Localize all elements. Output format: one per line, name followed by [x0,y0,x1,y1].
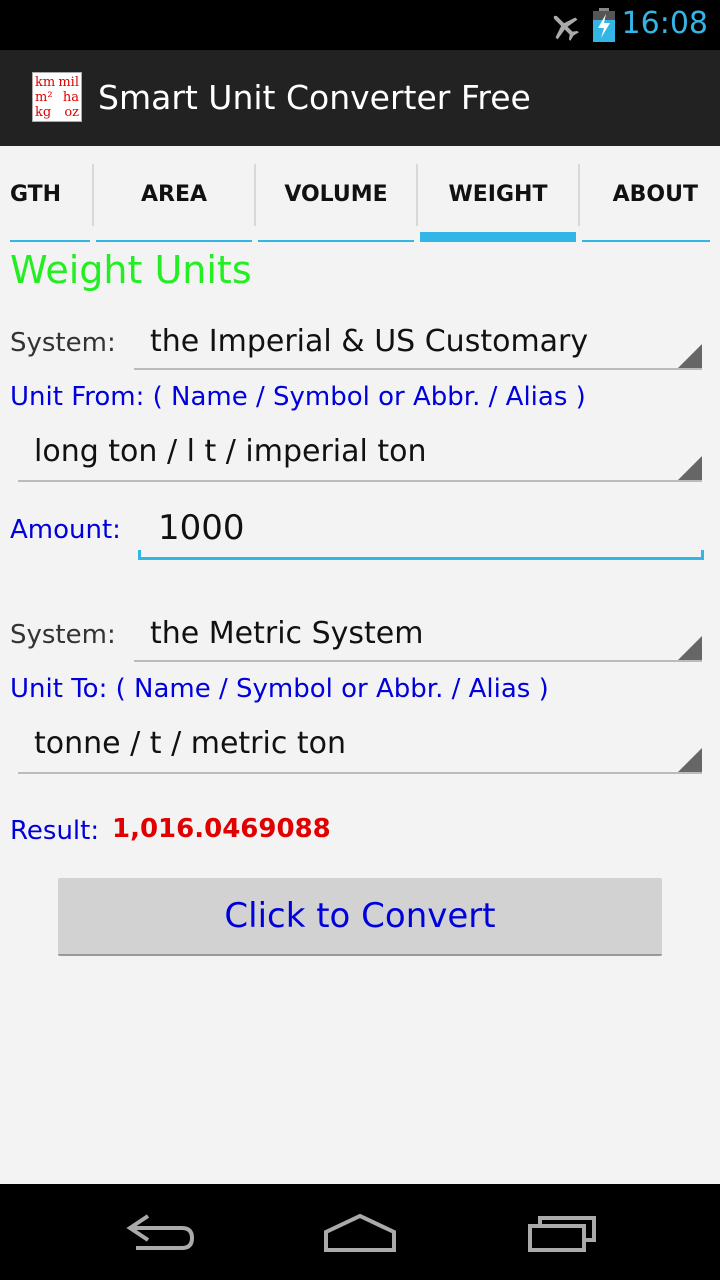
unit-to-value: tonne / t / metric ton [34,726,346,761]
unit-to-label: Unit To: ( Name / Symbol or Abbr. / Alia… [10,674,549,704]
dropdown-arrow-icon [678,344,702,368]
from-system-spinner[interactable]: the Imperial & US Customary [134,314,702,370]
unit-from-label: Unit From: ( Name / Symbol or Abbr. / Al… [10,382,586,412]
to-system-value: the Metric System [150,616,424,651]
from-system-label: System: [10,328,116,358]
unit-to-spinner[interactable]: tonne / t / metric ton [18,716,702,774]
amount-label: Amount: [10,515,121,545]
unit-from-value: long ton / l t / imperial ton [34,434,427,469]
battery-charging-icon [593,8,615,42]
status-bar: 16:08 [0,0,720,50]
back-icon[interactable] [120,1206,200,1258]
tab-bar: GTH AREA VOLUME WEIGHT ABOUT [0,146,720,242]
result-value: 1,016.0469088 [112,814,331,844]
app-logo: km mil m² ha kg oz [32,72,82,122]
action-bar: km mil m² ha kg oz Smart Unit Converter Fre… [0,50,720,146]
dropdown-arrow-icon [678,748,702,772]
tab-area[interactable]: AREA [94,146,254,242]
home-icon[interactable] [320,1206,400,1258]
tab-weight[interactable]: WEIGHT [418,146,578,242]
navigation-bar [0,1184,720,1280]
dropdown-arrow-icon [678,636,702,660]
dropdown-arrow-icon [678,456,702,480]
app-title: Smart Unit Converter Free [98,78,531,117]
airplane-mode-icon [553,15,579,41]
tab-length[interactable]: GTH [0,146,92,242]
amount-input[interactable]: 1000 [138,500,704,560]
tab-about[interactable]: ABOUT [580,146,712,242]
convert-button[interactable]: Click to Convert [58,878,662,956]
status-time: 16:08 [621,6,708,41]
from-system-value: the Imperial & US Customary [150,324,589,359]
unit-from-spinner[interactable]: long ton / l t / imperial ton [18,424,702,482]
to-system-label: System: [10,620,116,650]
recent-apps-icon[interactable] [522,1206,602,1258]
section-title: Weight Units [10,248,252,292]
tab-volume[interactable]: VOLUME [256,146,416,242]
result-label: Result: [10,816,100,846]
to-system-spinner[interactable]: the Metric System [134,606,702,662]
amount-value: 1000 [158,508,245,548]
